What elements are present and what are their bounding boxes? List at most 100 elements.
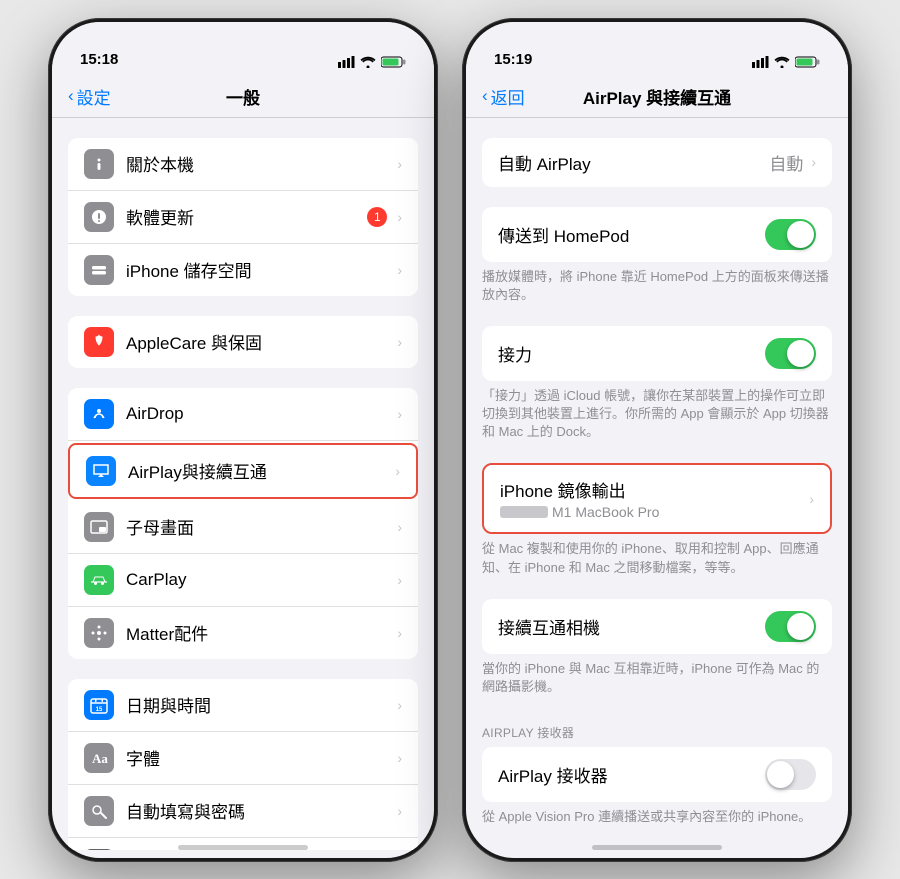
about-label: 關於本機 [126,151,393,176]
background-icon [84,849,114,850]
homepod-row[interactable]: 傳送到 HomePod [482,207,832,262]
receiver-toggle[interactable] [765,759,816,790]
pip-chevron: › [397,519,402,535]
back-label-left: 設定 [77,84,111,109]
about-icon [84,149,114,179]
software-icon [84,202,114,232]
homepod-toggle[interactable] [765,219,816,250]
handoff-toggle[interactable] [765,338,816,369]
mirror-row[interactable]: iPhone 鏡像輸出 M1 MacBook Pro › [484,465,830,532]
font-label: 字體 [126,745,393,770]
settings-item-carplay[interactable]: CarPlay › [68,554,418,607]
airplay-receiver-section-label: AIRPLAY 接收器 [466,718,848,747]
camera-row[interactable]: 接續互通相機 [482,599,832,654]
auto-airplay-chevron: › [811,154,816,170]
wifi-icon [360,56,376,68]
autofill-chevron: › [397,803,402,819]
time-right: 15:19 [494,51,532,68]
nav-bar-left: ‹ 設定 一般 [52,76,434,118]
receiver-desc: 從 Apple Vision Pro 連續播送或共享內容至你的 iPhone。 [466,802,848,838]
handoff-row[interactable]: 接力 [482,326,832,381]
software-badge: 1 [367,207,387,227]
nav-title-left: 一般 [226,84,260,109]
settings-item-font[interactable]: Aa 字體 › [68,732,418,785]
mirror-label-group: iPhone 鏡像輸出 M1 MacBook Pro [500,477,805,520]
mirror-chevron: › [809,491,814,507]
settings-item-airplay[interactable]: AirPlay與接續互通 › [68,443,418,499]
about-chevron: › [397,156,402,172]
handoff-desc: 「接力」透過 iCloud 帳號，讓你在某部裝置上的操作可立即切換到其他裝置上進… [466,381,848,454]
phone-right: 15:19 ‹ 返回 AirPlay 與接續互通 自動 AirPlay 自動 [462,18,852,862]
camera-toggle-knob [787,613,814,640]
settings-item-pip[interactable]: 子母畫面 › [68,501,418,554]
airplay-settings: 自動 AirPlay 自動 › 傳送到 HomePod 播放媒體時，將 iPho… [466,118,848,850]
homepod-desc: 播放媒體時，將 iPhone 靠近 HomePod 上方的面板來傳送播放內容。 [466,262,848,316]
battery-icon [381,56,406,68]
section-2: AppleCare 與保固 › [68,316,418,368]
applecare-icon [84,327,114,357]
signal-icon [338,56,355,68]
section-4: 15 日期與時間 › Aa 字體 › 自動填寫與密碼 [68,679,418,850]
mirror-subtitle: M1 MacBook Pro [500,504,805,520]
receiver-row[interactable]: AirPlay 接收器 [482,747,832,802]
settings-item-applecare[interactable]: AppleCare 與保固 › [68,316,418,368]
auto-airplay-value: 自動 [769,150,803,175]
airplay-chevron: › [395,463,400,479]
receiver-section: AirPlay 接收器 [482,747,832,802]
homepod-section: 傳送到 HomePod [482,207,832,262]
airdrop-label: AirDrop [126,404,393,424]
camera-toggle[interactable] [765,611,816,642]
nav-bar-right: ‹ 返回 AirPlay 與接續互通 [466,76,848,118]
settings-item-storage[interactable]: iPhone 儲存空間 › [68,244,418,296]
mirror-section[interactable]: iPhone 鏡像輸出 M1 MacBook Pro › [482,463,832,534]
auto-airplay-section: 自動 AirPlay 自動 › [482,138,832,187]
auto-airplay-row[interactable]: 自動 AirPlay 自動 › [482,138,832,187]
pip-label: 子母畫面 [126,514,393,539]
home-indicator-left [178,845,308,850]
matter-label: Matter配件 [126,620,393,645]
signal-icon-right [752,56,769,68]
handoff-label: 接力 [498,341,765,366]
homepod-label: 傳送到 HomePod [498,222,765,247]
back-label-right: 返回 [491,84,525,109]
status-icons-left [338,56,406,68]
font-chevron: › [397,750,402,766]
mirror-title: iPhone 鏡像輸出 [500,477,805,502]
battery-icon-right [795,56,820,68]
applecare-chevron: › [397,334,402,350]
phone-left: 15:18 ‹ 設定 一般 [48,18,438,862]
settings-item-software[interactable]: 軟體更新 1 › [68,191,418,244]
mirror-device: M1 MacBook Pro [552,504,659,520]
settings-item-about[interactable]: 關於本機 › [68,138,418,191]
svg-text:15: 15 [96,707,103,713]
camera-section: 接續互通相機 [482,599,832,654]
pip-icon [84,512,114,542]
datetime-icon: 15 [84,690,114,720]
homepod-toggle-knob [787,221,814,248]
receiver-label: AirPlay 接收器 [498,762,765,787]
status-bar-left: 15:18 [52,22,434,76]
wifi-icon-right [774,56,790,68]
settings-item-datetime[interactable]: 15 日期與時間 › [68,679,418,732]
settings-item-matter[interactable]: Matter配件 › [68,607,418,659]
storage-icon [84,255,114,285]
settings-item-autofill[interactable]: 自動填寫與密碼 › [68,785,418,838]
auto-airplay-label: 自動 AirPlay [498,150,769,175]
carplay-label: CarPlay [126,570,393,590]
software-chevron: › [397,209,402,225]
storage-chevron: › [397,262,402,278]
airdrop-icon [84,399,114,429]
settings-list: 關於本機 › 軟體更新 1 › iPhone 儲存空間 › [52,118,434,850]
back-chevron-right: ‹ [482,86,488,106]
carplay-chevron: › [397,572,402,588]
software-label: 軟體更新 [126,204,367,229]
back-button-right[interactable]: ‹ 返回 [482,84,525,109]
airplay-icon [86,456,116,486]
settings-item-airdrop[interactable]: AirDrop › [68,388,418,441]
nav-title-right: AirPlay 與接續互通 [583,84,731,109]
back-button-left[interactable]: ‹ 設定 [68,84,111,109]
mirror-blur [500,506,548,518]
camera-label: 接續互通相機 [498,614,765,639]
section-3: AirDrop › AirPlay與接續互通 › 子母畫面 › [68,388,418,659]
matter-chevron: › [397,625,402,641]
